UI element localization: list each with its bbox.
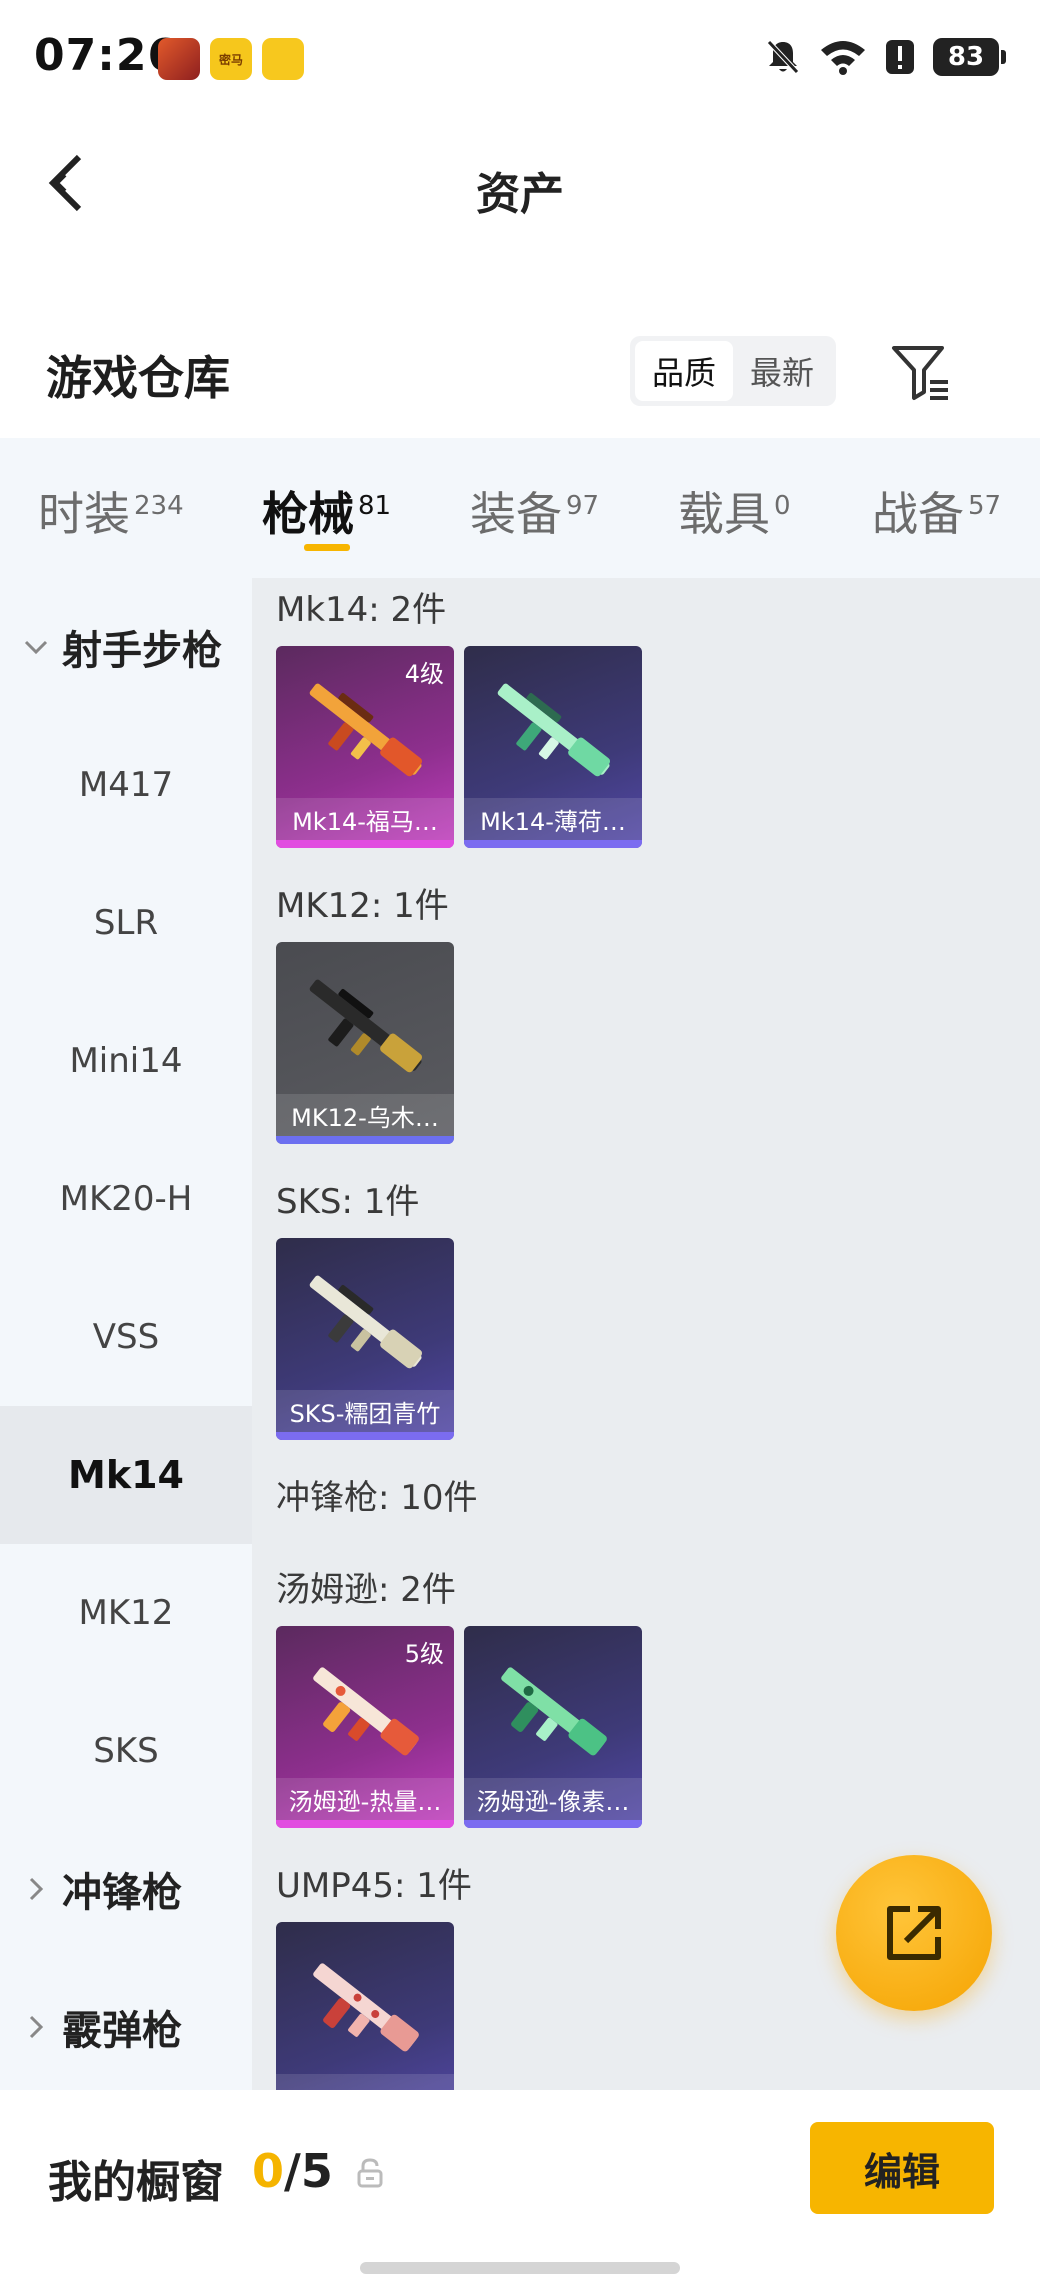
tab-vehicles[interactable]: 载具 0 xyxy=(678,478,791,544)
tab-firearms[interactable]: 枪械 81 xyxy=(262,478,391,544)
tab-count: 97 xyxy=(566,490,600,521)
nav-bar: 资产 xyxy=(0,120,1040,250)
rifle-icon xyxy=(309,979,422,1073)
sidebar-group-label: 冲锋枪 xyxy=(62,1870,182,1916)
rifle-icon xyxy=(309,1275,422,1369)
showcase-current: 0 xyxy=(252,2144,285,2198)
tab-count: 81 xyxy=(358,490,392,521)
sidebar-group-smg[interactable]: 冲锋枪 xyxy=(0,1820,252,1958)
rarity-bar xyxy=(464,840,642,848)
rarity-bar xyxy=(276,1136,454,1144)
sort-toggle: 品质 最新 xyxy=(630,336,836,406)
tab-count: 0 xyxy=(774,490,791,521)
sidebar-item-vss[interactable]: VSS xyxy=(0,1268,252,1406)
sidebar-group-label: 霰弹枪 xyxy=(62,2008,182,2054)
lock-icon xyxy=(357,2158,383,2188)
weapon-name: SKS-糯团青竹 xyxy=(276,1390,454,1432)
active-tab-indicator xyxy=(304,544,350,551)
status-bar: 07:26 密马 83 xyxy=(0,0,1040,120)
group-label-smg: 冲锋枪: 10件 xyxy=(276,1478,478,1518)
tab-label: 时装 xyxy=(38,487,130,541)
sidebar-item-slr[interactable]: SLR xyxy=(0,854,252,992)
tab-label: 载具 xyxy=(678,487,770,541)
tab-label: 装备 xyxy=(470,487,562,541)
weapon-name: MK12-乌木… xyxy=(276,1094,454,1136)
rarity-bar xyxy=(276,1432,454,1440)
game-icon xyxy=(158,38,200,80)
weapon-card[interactable]: 5级 汤姆逊-热量… xyxy=(276,1626,454,1828)
weapon-name: 汤姆逊-像素… xyxy=(464,1778,642,1820)
rarity-bar xyxy=(276,1820,454,1828)
sidebar-group-shotgun[interactable]: 霰弹枪 xyxy=(0,1958,252,2096)
sidebar-item-mk14[interactable]: Mk14 xyxy=(0,1406,252,1544)
weapon-card[interactable]: MK12-乌木… xyxy=(276,942,454,1144)
group-label-thompson: 汤姆逊: 2件 xyxy=(276,1570,456,1610)
weapon-card[interactable]: 汤姆逊-像素… xyxy=(464,1626,642,1828)
smg-icon xyxy=(313,1963,419,2052)
sidebar-item-m417[interactable]: M417 xyxy=(0,716,252,854)
filter-icon xyxy=(892,346,948,400)
page-title: 资产 xyxy=(476,169,564,220)
category-tabs: 时装 234 枪械 81 装备 97 载具 0 战备 57 xyxy=(0,438,1040,578)
showcase-count: 0/5 xyxy=(252,2144,333,2198)
sidebar-group-label: 射手步枪 xyxy=(62,628,222,674)
tab-label: 枪械 xyxy=(262,487,354,541)
sidebar-item-mini14[interactable]: Mini14 xyxy=(0,992,252,1130)
filter-button[interactable] xyxy=(888,340,954,406)
weapon-level: 5级 xyxy=(404,1640,444,1668)
share-button[interactable] xyxy=(836,1855,992,2011)
edit-button[interactable]: 编辑 xyxy=(810,2122,994,2214)
rarity-bar xyxy=(464,1820,642,1828)
warehouse-title: 游戏仓库 xyxy=(46,351,230,405)
chevron-down-icon xyxy=(22,633,52,661)
sidebar-item-sks[interactable]: SKS xyxy=(0,1682,252,1820)
chevron-right-icon xyxy=(22,2013,52,2041)
group-label-mk12: MK12: 1件 xyxy=(276,886,449,926)
mima-app-icon: 密马 xyxy=(210,38,252,80)
weapon-name: Mk14-薄荷… xyxy=(464,798,642,840)
weapon-name: 汤姆逊-热量… xyxy=(276,1778,454,1820)
tab-fashion[interactable]: 时装 234 xyxy=(38,478,184,544)
battery-tip xyxy=(1001,50,1006,64)
sidebar-item-mk12[interactable]: MK12 xyxy=(0,1544,252,1682)
battery-level: 83 xyxy=(933,38,999,76)
home-indicator[interactable] xyxy=(360,2262,680,2274)
battery-indicator: 83 xyxy=(933,38,1006,76)
alert-icon xyxy=(886,40,914,74)
sidebar-group-marksman[interactable]: 射手步枪 xyxy=(0,578,252,716)
tab-gear[interactable]: 战备 57 xyxy=(872,478,1001,544)
weapon-card[interactable] xyxy=(276,1922,454,2090)
game-icon xyxy=(262,38,304,80)
rifle-icon xyxy=(497,683,610,777)
sidebar-item-mk20h[interactable]: MK20-H xyxy=(0,1130,252,1268)
weapon-card[interactable]: SKS-糯团青竹 xyxy=(276,1238,454,1440)
warehouse-header: 游戏仓库 品质 最新 xyxy=(0,320,1040,430)
tab-count: 57 xyxy=(968,490,1002,521)
bell-off-icon xyxy=(767,40,799,74)
weapon-name: Mk14-福马… xyxy=(276,798,454,840)
weapon-sidebar: 射手步枪 M417 SLR Mini14 MK20-H VSS Mk14 MK1… xyxy=(0,578,252,2090)
weapon-level: 4级 xyxy=(404,660,444,688)
sort-latest-button[interactable]: 最新 xyxy=(733,341,831,401)
wifi-icon xyxy=(821,41,865,75)
weapon-name xyxy=(276,2074,454,2090)
rarity-bar xyxy=(276,840,454,848)
tab-count: 234 xyxy=(134,490,184,521)
sort-quality-button[interactable]: 品质 xyxy=(635,341,733,401)
group-label-sks: SKS: 1件 xyxy=(276,1182,420,1222)
group-label-mk14: Mk14: 2件 xyxy=(276,590,447,630)
showcase-total: /5 xyxy=(284,2144,333,2198)
weapon-card[interactable]: Mk14-薄荷… xyxy=(464,646,642,848)
group-label-ump45: UMP45: 1件 xyxy=(276,1866,472,1906)
status-app-icons: 密马 xyxy=(158,38,304,80)
showcase-bar: 我的橱窗 0/5 编辑 xyxy=(0,2090,1040,2295)
tab-label: 战备 xyxy=(872,487,964,541)
tab-equipment[interactable]: 装备 97 xyxy=(470,478,599,544)
status-indicators: 83 xyxy=(765,38,1006,76)
weapon-card[interactable]: 4级 Mk14-福马… xyxy=(276,646,454,848)
smg-icon xyxy=(501,1667,607,1756)
share-icon xyxy=(887,1906,941,1960)
chevron-right-icon xyxy=(22,1875,52,1903)
showcase-label: 我的橱窗 xyxy=(48,2157,224,2208)
